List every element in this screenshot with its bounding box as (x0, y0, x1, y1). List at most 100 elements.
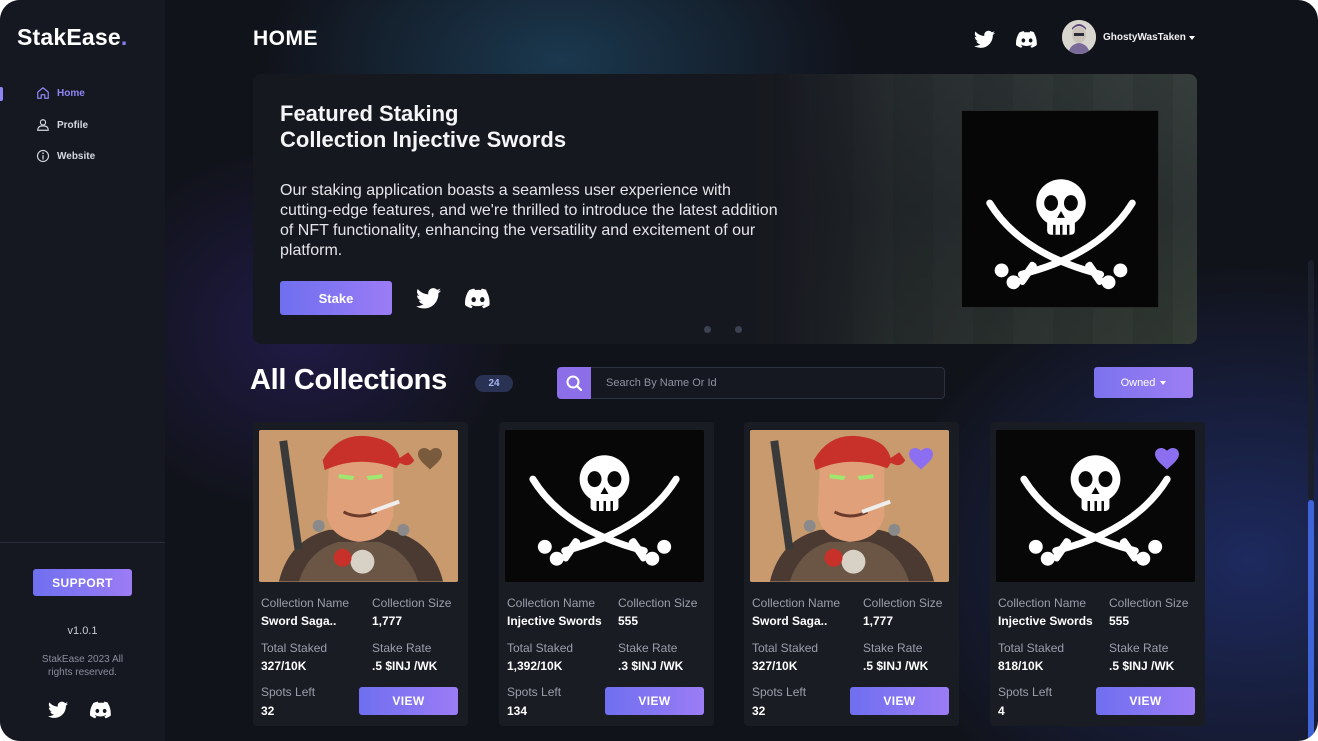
total-staked-label: Total Staked (507, 641, 574, 655)
collection-size-value: 555 (1109, 614, 1130, 628)
total-staked-value: 327/10K (261, 659, 307, 673)
collection-image[interactable] (259, 430, 458, 582)
carousel-dot[interactable] (704, 326, 711, 333)
collection-name-value: Injective Swords (507, 614, 602, 628)
banner-description: Our staking application boasts a seamles… (280, 182, 778, 259)
sidebar-item-label: Home (57, 87, 85, 99)
total-staked-value: 818/10K (998, 659, 1044, 673)
view-button[interactable]: VIEW (359, 687, 458, 715)
discord-icon[interactable] (90, 701, 112, 719)
collection-name-label: Collection Name (261, 596, 350, 610)
stake-rate-value: .5 $INJ /WK (372, 659, 438, 673)
sidebar-item-home[interactable]: Home (36, 86, 85, 100)
pirate-flag-image (962, 111, 1160, 309)
collections-title: All Collections (250, 364, 447, 396)
collection-name-value: Sword Saga.. (261, 614, 337, 628)
collection-size-value: 1,777 (863, 614, 894, 628)
spots-left-label: Spots Left (261, 685, 316, 699)
chevron-down-icon[interactable] (1189, 36, 1195, 40)
support-button[interactable]: SUPPORT (33, 569, 132, 596)
chevron-down-icon (1160, 380, 1167, 385)
spots-left-value: 4 (998, 704, 1005, 718)
collection-image[interactable] (750, 430, 949, 582)
active-nav-indicator (0, 87, 3, 101)
spots-left-label: Spots Left (998, 685, 1053, 699)
collection-image[interactable] (996, 430, 1195, 582)
copyright-line: StakEase 2023 All (41, 654, 124, 665)
banner-title: Featured Staking Collection Injective Sw… (280, 101, 566, 153)
discord-icon[interactable] (1016, 30, 1038, 49)
collection-size-value: 555 (618, 614, 639, 628)
search-button[interactable] (557, 367, 591, 399)
collection-size-label: Collection Size (863, 596, 943, 610)
sidebar-item-label: Website (57, 150, 96, 162)
spots-left-value: 32 (752, 704, 766, 718)
home-icon (37, 87, 49, 99)
collection-size-label: Collection Size (618, 596, 698, 610)
collection-card[interactable]: Collection Name Collection Size Injectiv… (990, 422, 1205, 726)
total-staked-label: Total Staked (998, 641, 1065, 655)
stake-rate-value: .3 $INJ /WK (618, 659, 684, 673)
scrollbar-thumb[interactable] (1308, 500, 1314, 741)
banner-title-line: Featured Staking (280, 101, 459, 126)
stake-rate-value: .5 $INJ /WK (863, 659, 929, 673)
avatar[interactable] (1062, 20, 1096, 54)
scrollbar-track[interactable] (1308, 260, 1314, 500)
collection-card[interactable]: Collection Name Collection Size Sword Sa… (744, 422, 959, 726)
stake-rate-value: .5 $INJ /WK (1109, 659, 1175, 673)
view-button[interactable]: VIEW (850, 687, 949, 715)
avatar-image (1062, 20, 1096, 54)
search-input[interactable] (591, 367, 945, 399)
total-staked-value: 327/10K (752, 659, 798, 673)
stake-rate-label: Stake Rate (372, 641, 432, 655)
owned-filter-dropdown[interactable]: Owned (1094, 367, 1193, 398)
spots-left-label: Spots Left (507, 685, 562, 699)
stake-rate-label: Stake Rate (1109, 641, 1169, 655)
stake-rate-label: Stake Rate (863, 641, 923, 655)
page-title: HOME (253, 27, 318, 50)
app-window: StakEase. Home Profile Website SUPPORT v… (0, 0, 1318, 741)
sidebar: StakEase. Home Profile Website SUPPORT v… (0, 0, 165, 741)
stake-button[interactable]: Stake (280, 281, 392, 315)
twitter-icon[interactable] (48, 701, 68, 719)
twitter-icon[interactable] (416, 288, 441, 309)
search-icon (566, 375, 583, 392)
discord-icon[interactable] (465, 288, 491, 309)
copyright-text: StakEase 2023 All rights reserved. (0, 653, 165, 679)
heart-filled-icon[interactable] (1155, 448, 1179, 470)
owned-filter-label: Owned (1120, 376, 1156, 389)
sidebar-item-profile[interactable]: Profile (36, 118, 88, 132)
heart-icon[interactable] (418, 448, 442, 470)
sidebar-item-website[interactable]: Website (36, 149, 95, 163)
sidebar-divider (0, 542, 165, 543)
collection-name-value: Injective Swords (998, 614, 1093, 628)
spots-left-value: 32 (261, 704, 275, 718)
collections-count-badge: 24 (475, 375, 513, 392)
view-button[interactable]: VIEW (605, 687, 704, 715)
collection-card[interactable]: Collection Name Collection Size Sword Sa… (253, 422, 468, 726)
sidebar-item-label: Profile (57, 119, 89, 131)
collection-size-label: Collection Size (1109, 596, 1189, 610)
app-logo[interactable]: StakEase. (17, 24, 128, 51)
username[interactable]: GhostyWasTaken (1103, 32, 1186, 43)
featured-banner: Featured Staking Collection Injective Sw… (253, 74, 1197, 344)
carousel-dot[interactable] (735, 326, 742, 333)
twitter-icon[interactable] (974, 30, 995, 49)
total-staked-label: Total Staked (752, 641, 819, 655)
heart-filled-icon[interactable] (909, 448, 933, 470)
info-icon (36, 149, 50, 163)
spots-left-label: Spots Left (752, 685, 807, 699)
collection-size-label: Collection Size (372, 596, 452, 610)
spots-left-value: 134 (507, 704, 528, 718)
total-staked-value: 1,392/10K (507, 659, 563, 673)
collection-name-label: Collection Name (752, 596, 841, 610)
total-staked-label: Total Staked (261, 641, 328, 655)
copyright-line: rights reserved. (48, 667, 117, 678)
collection-size-value: 1,777 (372, 614, 403, 628)
view-button[interactable]: VIEW (1096, 687, 1195, 715)
collection-name-value: Sword Saga.. (752, 614, 828, 628)
featured-collection-image (961, 110, 1159, 308)
collection-card[interactable]: Collection Name Collection Size Injectiv… (499, 422, 714, 726)
collection-image[interactable] (505, 430, 704, 582)
user-icon (37, 119, 49, 131)
